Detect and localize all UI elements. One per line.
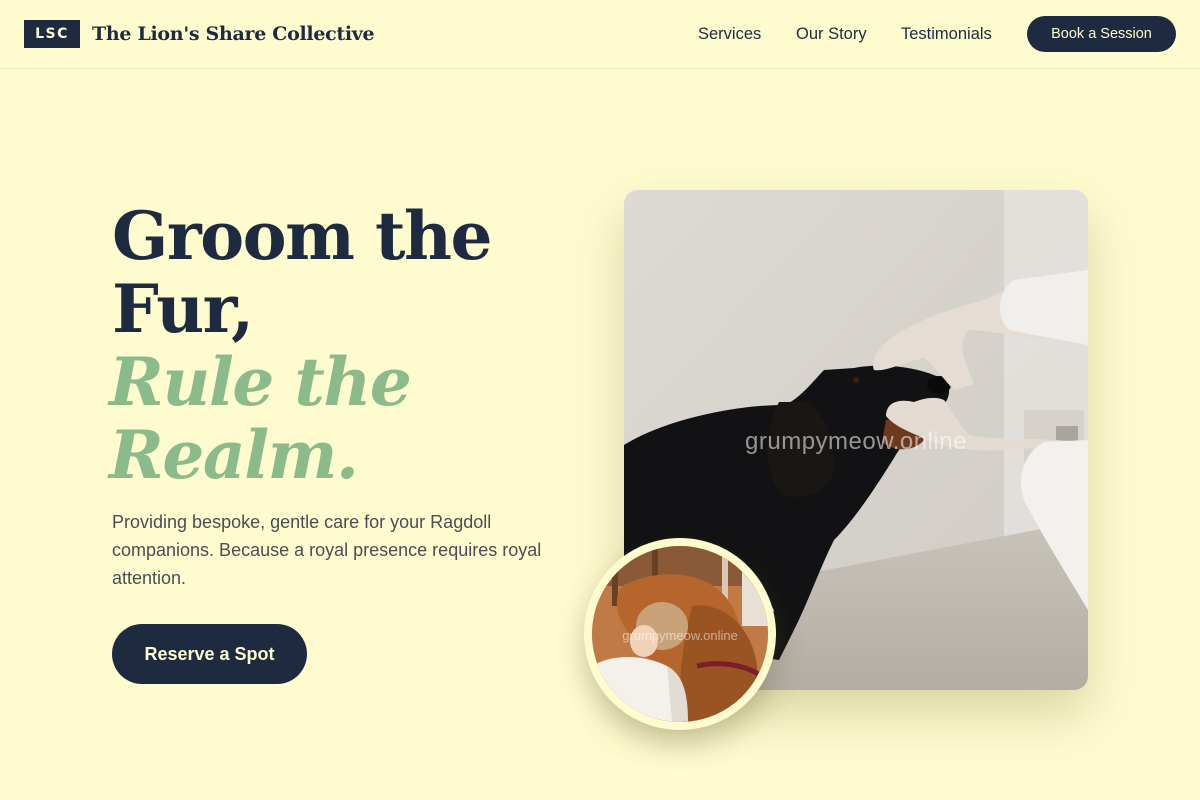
site-header: LSC The Lion's Share Collective Services… <box>0 0 1200 69</box>
inset-photo-watermark: grumpymeow.online <box>622 628 738 643</box>
nav-link-services[interactable]: Services <box>698 22 761 46</box>
headline-accent: Rule the Realm. <box>109 343 412 494</box>
headline-primary: Groom the Fur, <box>112 197 492 348</box>
nav-link-our-story[interactable]: Our Story <box>796 22 867 46</box>
logo-badge[interactable]: LSC <box>24 20 80 48</box>
inset-photo-frame: grumpymeow.online <box>584 538 776 730</box>
book-session-button[interactable]: Book a Session <box>1027 16 1176 52</box>
main-photo-watermark: grumpymeow.online <box>745 428 967 455</box>
hero-headline: Groom the Fur, Rule the Realm. <box>109 197 572 494</box>
hero-subcopy: Providing bespoke, gentle care for your … <box>112 512 542 588</box>
inset-photo-horse: grumpymeow.online <box>592 546 768 722</box>
nav-link-testimonials[interactable]: Testimonials <box>901 22 992 46</box>
reserve-spot-button[interactable]: Reserve a Spot <box>112 624 307 684</box>
brand-name[interactable]: The Lion's Share Collective <box>92 20 375 48</box>
